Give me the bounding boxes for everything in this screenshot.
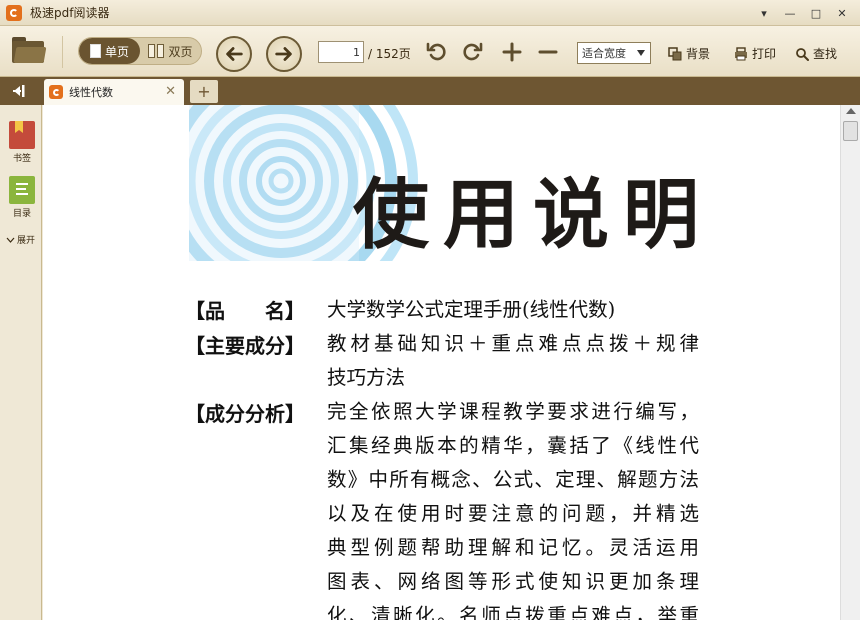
left-sidebar: 书签 目录 展开 — [0, 105, 42, 620]
chevron-down-icon — [637, 50, 645, 56]
scroll-up-icon[interactable] — [846, 108, 856, 114]
next-page-button[interactable] — [266, 36, 302, 72]
toolbar-divider — [62, 36, 63, 68]
entry-value-line: 化、清晰化。名师点拨重点难点，举重 — [327, 604, 699, 620]
arrow-left-icon — [226, 47, 243, 61]
scrollbar-thumb[interactable] — [843, 121, 858, 141]
table-of-contents-icon — [9, 176, 35, 204]
toc-label: 目录 — [12, 209, 31, 219]
page-total: / 152页 — [368, 47, 411, 61]
previous-page-button[interactable] — [216, 36, 252, 72]
double-page-icon — [148, 44, 165, 58]
tab-bar: 线性代数 ✕ + — [0, 77, 860, 105]
expand-label: 展开 — [17, 236, 36, 246]
background-icon — [668, 46, 682, 60]
bookmarks-button[interactable]: 书签 — [6, 121, 38, 164]
background-button[interactable]: 背景 — [668, 45, 710, 62]
rotate-right-button[interactable] — [459, 39, 485, 65]
entry-key-analysis: 【成分分析】 — [185, 402, 305, 426]
page-number-input[interactable] — [318, 41, 364, 63]
collapse-sidebar-icon — [13, 85, 25, 97]
entry-key-ingredients: 【主要成分】 — [185, 334, 305, 358]
print-button[interactable]: 打印 — [734, 45, 776, 62]
view-mode-toggle: 单页 双页 — [78, 37, 202, 65]
print-label: 打印 — [752, 47, 777, 61]
entry-value-line: 大学数学公式定理手册(线性代数) — [327, 298, 616, 321]
arrow-right-icon — [275, 47, 292, 61]
printer-icon — [735, 46, 747, 60]
document-title: 使用说明 — [353, 170, 713, 259]
zoom-mode-select[interactable]: 适合宽度 — [577, 42, 651, 64]
rotate-right-icon — [463, 42, 483, 61]
document-viewport[interactable]: 使用说明 【品 名】 大学数学公式定理手册(线性代数) 【主要成分】 教材基础知… — [43, 105, 840, 620]
zoom-in-button[interactable] — [499, 39, 525, 65]
window-controls: ▾ — □ ✕ — [754, 4, 852, 22]
toolbar: 单页 双页 / 152页 — [0, 26, 860, 77]
entry-key-product: 【品 名】 — [185, 299, 305, 323]
toc-button[interactable]: 目录 — [6, 176, 38, 219]
tab-document[interactable]: 线性代数 ✕ — [44, 79, 184, 105]
window-title: 极速pdf阅读器 — [30, 6, 110, 20]
entry-value-line: 技巧方法 — [327, 366, 406, 389]
vertical-scrollbar[interactable] — [840, 105, 860, 620]
single-page-label: 单页 — [104, 44, 129, 59]
search-label: 查找 — [813, 47, 838, 61]
search-button[interactable]: 查找 — [795, 45, 837, 62]
pdf-file-icon — [49, 85, 63, 99]
menu-dropdown-button[interactable]: ▾ — [754, 4, 774, 22]
entry-value-line: 完全依照大学课程教学要求进行编写， — [327, 400, 699, 423]
single-page-button[interactable]: 单页 — [79, 38, 140, 64]
entry-value-line: 以及在使用时要注意的问题，并精选 — [327, 502, 699, 525]
background-label: 背景 — [686, 47, 711, 61]
plus-icon — [502, 42, 522, 62]
entry-value-line: 汇集经典版本的精华，囊括了《线性代 — [327, 434, 699, 457]
double-page-button[interactable]: 双页 — [140, 38, 201, 64]
entry-value-line: 图表、网络图等形式使知识更加条理 — [327, 570, 699, 593]
minus-icon — [538, 50, 558, 54]
tab-close-icon[interactable]: ✕ — [165, 84, 176, 99]
zoom-mode-value: 适合宽度 — [582, 47, 626, 60]
search-icon — [796, 47, 809, 61]
zoom-out-button[interactable] — [535, 39, 561, 65]
entry-value-line: 教材基础知识＋重点难点点拨＋规律 — [327, 332, 699, 355]
minimize-button[interactable]: — — [780, 4, 800, 22]
tab-label: 线性代数 — [69, 86, 113, 99]
rotate-left-button[interactable] — [424, 39, 450, 65]
rotate-left-icon — [426, 42, 446, 61]
sidebar-toggle-button[interactable] — [0, 77, 40, 105]
open-folder-icon[interactable] — [12, 37, 47, 63]
app-logo-icon — [6, 4, 22, 21]
single-page-icon — [89, 44, 101, 58]
close-button[interactable]: ✕ — [832, 4, 852, 22]
bookmarks-label: 书签 — [12, 154, 31, 164]
title-bar: 极速pdf阅读器 ▾ — □ ✕ — [0, 0, 860, 26]
expand-button[interactable]: 展开 — [6, 233, 35, 246]
bookmark-icon — [9, 121, 35, 149]
new-tab-button[interactable]: + — [190, 80, 218, 103]
double-page-label: 双页 — [168, 44, 193, 59]
entry-value-line: 典型例题帮助理解和记忆。灵活运用 — [327, 536, 699, 559]
entry-value-line: 数》中所有概念、公式、定理、解题方法 — [327, 468, 699, 491]
chevron-down-icon — [6, 237, 15, 243]
maximize-button[interactable]: □ — [806, 4, 826, 22]
